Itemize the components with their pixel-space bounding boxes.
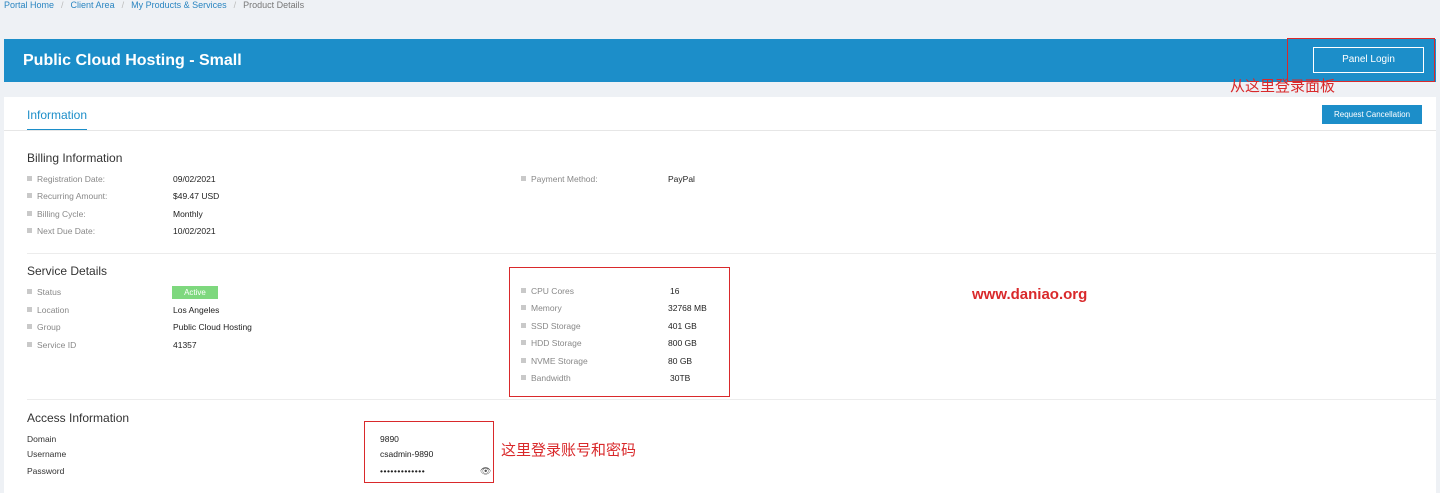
bullet-icon — [27, 228, 32, 234]
panel-login-note: 从这里登录面板 — [1230, 78, 1336, 95]
breadcrumb-separator: / — [233, 0, 237, 10]
bullet-icon — [521, 176, 526, 182]
breadcrumb: Portal Home / Client Area / My Products & Se… — [4, 0, 304, 10]
breadcrumb-client-area[interactable]: Client Area — [71, 0, 115, 10]
section-divider — [27, 253, 1436, 254]
bullet-icon — [27, 324, 32, 330]
service-row-status: Status Active — [27, 286, 327, 299]
breadcrumb-portal-home[interactable]: Portal Home — [4, 0, 54, 10]
section-divider — [27, 399, 1436, 400]
tab-information[interactable]: Information — [27, 108, 88, 131]
service-row-service-id: Service ID 41357 — [27, 340, 327, 352]
service-section-title: Service Details — [27, 264, 108, 278]
bullet-icon — [27, 342, 32, 348]
bullet-icon — [27, 193, 32, 199]
request-cancellation-button[interactable]: Request Cancellation — [1322, 105, 1422, 124]
credentials-note: 这里登录账号和密码 — [501, 442, 637, 459]
credentials-highlight — [364, 421, 494, 483]
bullet-icon — [27, 176, 32, 182]
service-row-group: Group Public Cloud Hosting — [27, 322, 327, 334]
status-badge: Active — [172, 286, 218, 299]
breadcrumb-separator: / — [61, 0, 64, 10]
breadcrumb-my-products[interactable]: My Products & Services — [131, 0, 227, 10]
tab-divider — [4, 130, 1436, 131]
access-section-title: Access Information — [27, 411, 130, 425]
watermark: www.daniao.org — [972, 286, 1088, 303]
billing-section-title: Billing Information — [27, 151, 123, 165]
bullet-icon — [27, 307, 32, 313]
billing-row-payment-method: Payment Method: PayPal — [521, 174, 821, 186]
breadcrumb-current: Product Details — [243, 0, 305, 10]
page-title: Public Cloud Hosting - Small — [23, 52, 242, 69]
billing-row-billing-cycle: Billing Cycle: Monthly — [27, 209, 327, 221]
specs-highlight — [509, 267, 730, 397]
billing-row-recurring-amount: Recurring Amount: $49.47 USD — [27, 191, 327, 203]
billing-row-next-due-date: Next Due Date: 10/02/2021 — [27, 226, 327, 238]
breadcrumb-separator: / — [121, 0, 125, 10]
billing-row-registration-date: Registration Date: 09/02/2021 — [27, 174, 327, 186]
bullet-icon — [27, 211, 32, 217]
product-header: Public Cloud Hosting - Small Panel Login — [4, 39, 1436, 82]
service-row-location: Location Los Angeles — [27, 305, 327, 317]
bullet-icon — [27, 289, 32, 295]
